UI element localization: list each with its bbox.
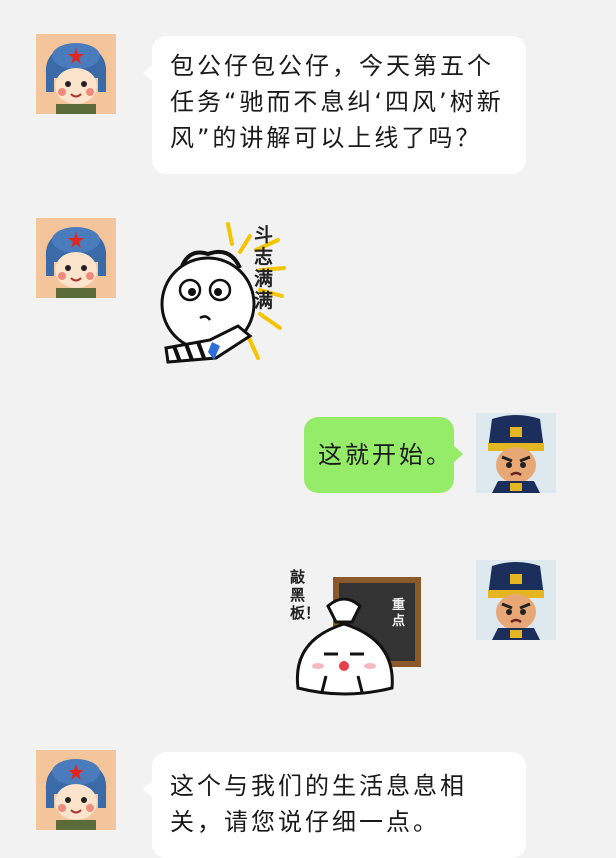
message-bubble-5[interactable]: 这个与我们的生活息息相关，请您说仔细一点。 xyxy=(143,752,526,858)
soldier-avatar[interactable] xyxy=(36,750,116,830)
message-bubble-1[interactable]: 包公仔包公仔，今天第五个任务“驰而不息纠‘四风’树新风”的讲解可以上线了吗？ xyxy=(143,36,526,174)
soldier-avatar[interactable] xyxy=(36,34,116,114)
message-text: 这就开始。 xyxy=(318,441,453,469)
message-text: 包公仔包公仔，今天第五个任务“驰而不息纠‘四风’树新风”的讲解可以上线了吗？ xyxy=(170,52,504,152)
message-bubble-3[interactable]: 这就开始。 xyxy=(304,417,463,493)
bubble-tail xyxy=(143,780,153,798)
fighting-spirit-sticker[interactable]: 斗志满满 xyxy=(150,218,295,366)
blackboard-sticker[interactable]: 敲黑板！ 重点 xyxy=(284,566,424,702)
sticker-caption: 斗志满满 xyxy=(254,224,274,312)
bubble-tail xyxy=(453,445,463,463)
bubble-tail xyxy=(143,64,153,82)
bao-gong-avatar[interactable] xyxy=(476,413,556,493)
sticker-caption-left: 敲黑板！ xyxy=(290,568,321,622)
soldier-avatar[interactable] xyxy=(36,218,116,298)
sticker-caption-board: 重点 xyxy=(392,598,406,629)
bao-gong-avatar[interactable] xyxy=(476,560,556,640)
message-text: 这个与我们的生活息息相关，请您说仔细一点。 xyxy=(170,772,467,836)
